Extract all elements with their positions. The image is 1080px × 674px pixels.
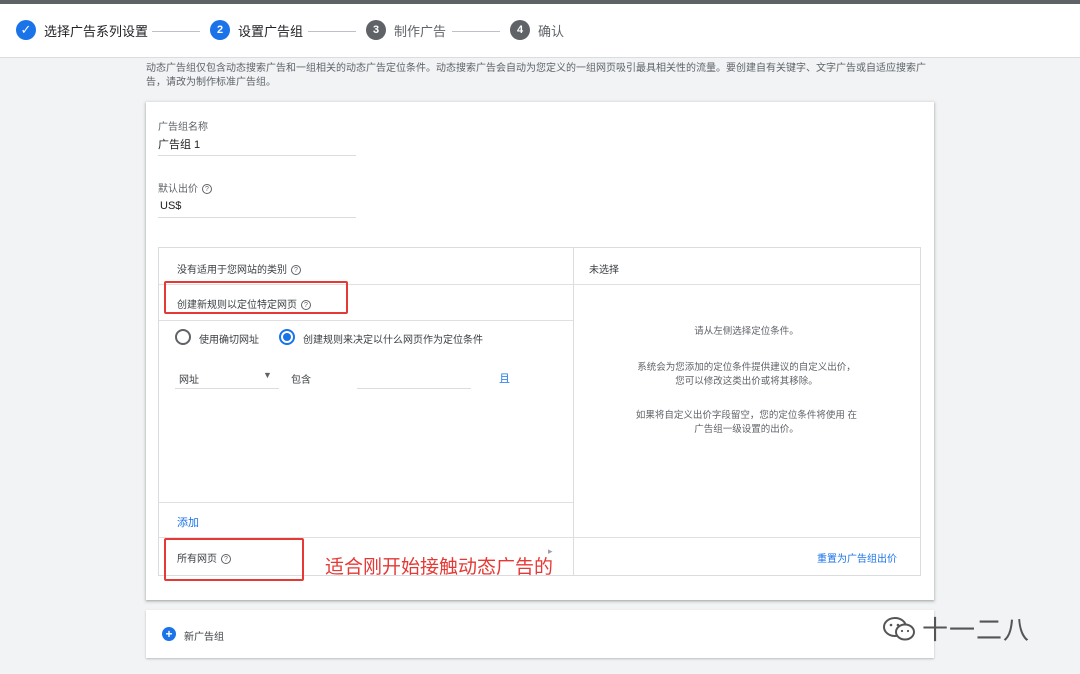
step-3[interactable]: 3 制作广告	[366, 18, 446, 42]
right-message-2b: 您可以修改这类出价或将其移除。	[675, 376, 818, 387]
step-connector	[308, 31, 356, 32]
default-bid-label: 默认出价?	[158, 180, 212, 195]
right-panel-header: 未选择	[589, 265, 619, 276]
help-icon[interactable]: ?	[202, 184, 212, 195]
step-4[interactable]: 4 确认	[510, 18, 564, 42]
right-message-1: 请从左侧选择定位条件。	[694, 326, 799, 337]
row-divider	[159, 502, 573, 503]
radio-exact-url-label: 使用确切网址	[199, 335, 259, 346]
step-1-label: 选择广告系列设置	[44, 23, 149, 39]
right-message-2a: 系统会为您添加的定位条件提供建议的自定义出价，	[637, 362, 856, 373]
wechat-icon	[883, 616, 915, 640]
condition-field-select[interactable]: 网址	[179, 371, 199, 386]
reset-to-group-bid-link[interactable]: 重置为广告组出价	[817, 550, 897, 565]
dropdown-arrow-icon[interactable]: ▼	[263, 370, 272, 380]
intro-text: 动态广告组仅包含动态搜索广告和一组相关的动态广告定位条件。动态搜索广告会自动为您…	[146, 63, 926, 88]
annotation-text: 适合刚开始接触动态广告的	[325, 557, 554, 578]
stepper: ✓ 选择广告系列设置 2 设置广告组 3 制作广告 4 确认	[0, 4, 1080, 58]
annotation-box-all-pages	[164, 538, 304, 581]
ad-group-name-label: 广告组名称	[158, 122, 208, 133]
ad-group-name-input[interactable]: 广告组 1	[158, 136, 200, 152]
plus-icon[interactable]: +	[162, 627, 176, 641]
row-divider	[159, 320, 573, 321]
new-ad-group-card[interactable]: + 新广告组	[146, 610, 934, 658]
row-divider	[573, 284, 920, 285]
radio-exact-url[interactable]	[175, 329, 191, 345]
radio-create-rule[interactable]	[279, 329, 295, 345]
step-4-number: 4	[510, 20, 530, 40]
select-underline	[175, 388, 279, 389]
no-category-row[interactable]: 没有适用于您网站的类别?	[177, 261, 301, 276]
check-icon: ✓	[16, 20, 36, 40]
annotation-box-create-rule	[164, 281, 348, 314]
step-connector	[152, 31, 200, 32]
no-category-label: 没有适用于您网站的类别	[177, 265, 287, 276]
step-3-label: 制作广告	[394, 23, 447, 39]
new-ad-group-label[interactable]: 新广告组	[184, 628, 224, 643]
step-connector	[452, 31, 500, 32]
right-message-3b: 广告组一级设置的出价。	[694, 424, 799, 435]
radio-create-rule-label: 创建规则来决定以什么网页作为定位条件	[303, 335, 483, 346]
add-link[interactable]: 添加	[177, 514, 199, 530]
watermark: 十一二八	[882, 610, 1030, 647]
default-bid-label-text: 默认出价	[158, 184, 198, 195]
right-message-3a: 如果将自定义出价字段留空，您的定位条件将使用 在	[635, 410, 858, 421]
default-bid-underline	[158, 217, 356, 218]
condition-operator: 包含	[291, 375, 311, 386]
step-3-number: 3	[366, 20, 386, 40]
step-4-label: 确认	[538, 23, 565, 39]
and-link[interactable]: 且	[499, 370, 510, 386]
step-2-label: 设置广告组	[238, 23, 304, 39]
step-2-number: 2	[210, 20, 230, 40]
ad-group-name-underline	[158, 155, 356, 156]
step-1[interactable]: ✓ 选择广告系列设置	[16, 18, 148, 42]
condition-value-input[interactable]	[357, 388, 471, 389]
default-bid-input[interactable]: US$	[160, 200, 181, 212]
help-icon[interactable]: ?	[291, 265, 301, 276]
step-2[interactable]: 2 设置广告组	[210, 18, 303, 42]
watermark-text: 十一二八	[922, 615, 1031, 645]
